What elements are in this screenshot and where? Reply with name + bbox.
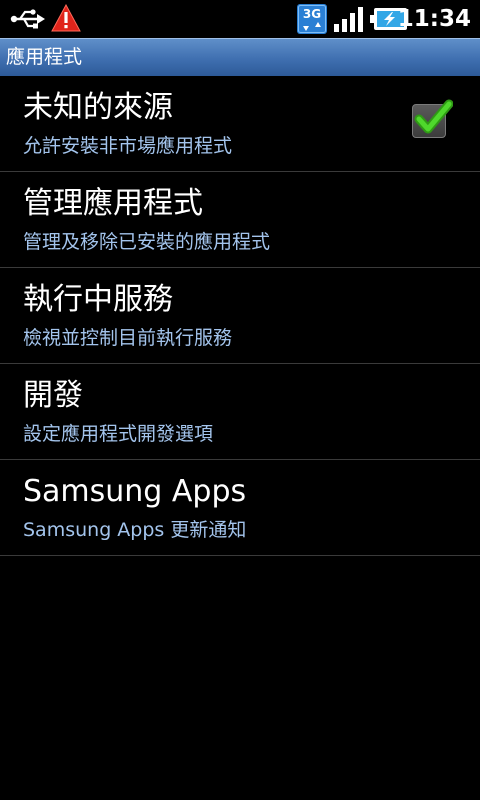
status-bar: 3G 11:34	[0, 0, 480, 38]
setting-title: 管理應用程式	[23, 186, 203, 221]
setting-summary: 檢視並控制目前執行服務	[23, 327, 233, 349]
setting-summary: 管理及移除已安裝的應用程式	[23, 231, 271, 253]
warning-icon	[51, 4, 81, 32]
3g-data-icon: 3G	[297, 4, 327, 34]
screen-title: 應用程式	[6, 46, 83, 68]
setting-title: 未知的來源	[23, 90, 173, 125]
check-mark-icon	[414, 99, 453, 134]
title-bar: 應用程式	[0, 38, 480, 76]
unknown-sources-checkbox[interactable]	[412, 99, 453, 138]
setting-running-services[interactable]: 執行中服務 檢視並控制目前執行服務	[0, 268, 480, 364]
setting-summary: 設定應用程式開發選項	[23, 423, 214, 445]
clock: 11:34	[397, 6, 471, 32]
setting-unknown-sources[interactable]: 未知的來源 允許安裝非市場應用程式	[0, 76, 480, 172]
setting-manage-applications[interactable]: 管理應用程式 管理及移除已安裝的應用程式	[0, 172, 480, 268]
setting-title: Samsung Apps	[23, 474, 247, 509]
setting-samsung-apps[interactable]: Samsung Apps Samsung Apps 更新通知	[0, 460, 480, 556]
setting-summary: 允許安裝非市場應用程式	[23, 135, 233, 157]
setting-title: 執行中服務	[23, 282, 173, 317]
settings-list: 未知的來源 允許安裝非市場應用程式 管理應用程式 管理及移除已安裝的應用程式 執…	[0, 76, 480, 556]
signal-icon	[334, 7, 363, 32]
setting-development[interactable]: 開發 設定應用程式開發選項	[0, 364, 480, 460]
setting-title: 開發	[23, 378, 83, 413]
setting-summary: Samsung Apps 更新通知	[23, 519, 247, 541]
usb-icon	[10, 9, 45, 29]
network-type-text: 3G	[303, 7, 321, 21]
